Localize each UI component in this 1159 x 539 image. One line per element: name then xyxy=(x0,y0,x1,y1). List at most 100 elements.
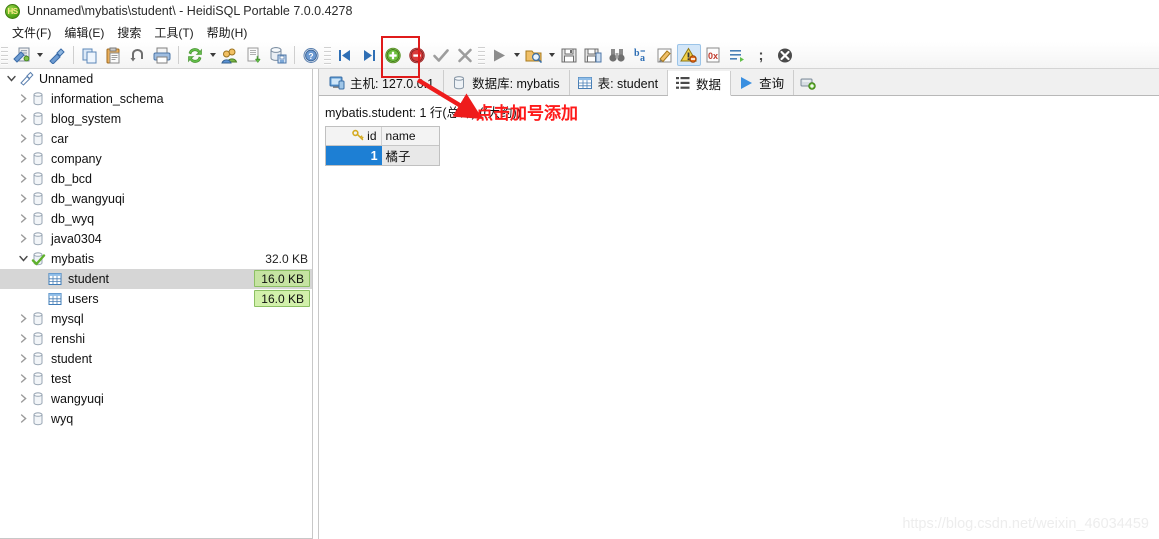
chevron-right-icon[interactable] xyxy=(16,94,30,105)
chevron-right-icon[interactable] xyxy=(16,334,30,345)
grid-header-id[interactable]: id xyxy=(326,127,382,145)
database-icon xyxy=(30,371,46,387)
grid-header-name[interactable]: name xyxy=(382,127,439,145)
menu-tools[interactable]: 工具(T) xyxy=(148,23,200,42)
tree-item-wyq[interactable]: wyq xyxy=(0,409,312,429)
tree-item-label: wangyuqi xyxy=(51,392,104,406)
chevron-right-icon[interactable] xyxy=(16,374,30,385)
cell-name[interactable]: 橘子 xyxy=(381,146,439,165)
database-tree-panel[interactable]: Unnamed information_schema blog_system car… xyxy=(0,69,313,539)
toolbar-grip[interactable] xyxy=(1,45,8,65)
main-toolbar: ? b a 0x ; xyxy=(0,42,1159,69)
snippet-icon[interactable] xyxy=(725,44,749,66)
menu-search[interactable]: 搜索 xyxy=(111,23,148,42)
find-icon[interactable] xyxy=(605,44,629,66)
toolbar-grip-3[interactable] xyxy=(478,45,485,65)
table-row[interactable]: 1 橘子 xyxy=(326,146,439,165)
tree-item-car[interactable]: car xyxy=(0,129,312,149)
export-grid-icon[interactable] xyxy=(242,44,266,66)
chevron-right-icon[interactable] xyxy=(16,154,30,165)
chevron-right-icon[interactable] xyxy=(16,394,30,405)
format-sql-icon[interactable] xyxy=(653,44,677,66)
table-size-badge: 16.0 KB xyxy=(254,270,310,287)
tree-item-users[interactable]: users 16.0 KB xyxy=(0,289,312,309)
data-grid[interactable]: id name 1 橘子 xyxy=(325,126,440,166)
save-icon[interactable] xyxy=(557,44,581,66)
insert-row-icon[interactable] xyxy=(381,44,405,66)
chevron-right-icon[interactable] xyxy=(16,354,30,365)
new-query-tab-icon[interactable] xyxy=(794,70,823,95)
save-as-icon[interactable] xyxy=(581,44,605,66)
chevron-right-icon[interactable] xyxy=(16,114,30,125)
tab-table[interactable]: 表: student xyxy=(569,70,669,95)
tree-item-mybatis[interactable]: mybatis 32.0 KB xyxy=(0,249,312,269)
database-icon xyxy=(30,131,46,147)
hex-icon[interactable]: 0x xyxy=(701,44,725,66)
chevron-right-icon[interactable] xyxy=(16,314,30,325)
delete-row-icon[interactable] xyxy=(405,44,429,66)
refresh-icon[interactable] xyxy=(183,44,207,66)
post-changes-icon[interactable] xyxy=(429,44,453,66)
tab-database[interactable]: 数据库: mybatis xyxy=(444,70,570,95)
session-manager-icon[interactable] xyxy=(10,44,34,66)
load-sql-icon[interactable] xyxy=(522,44,546,66)
delimiter-icon[interactable]: ; xyxy=(749,44,773,66)
run-dropdown-arrow[interactable] xyxy=(511,44,522,66)
chevron-right-icon[interactable] xyxy=(16,174,30,185)
tree-item-company[interactable]: company xyxy=(0,149,312,169)
tree-item-blog-system[interactable]: blog_system xyxy=(0,109,312,129)
undo-icon[interactable] xyxy=(126,44,150,66)
stop-icon[interactable] xyxy=(773,44,797,66)
help-icon[interactable]: ? xyxy=(299,44,323,66)
refresh-dropdown-arrow[interactable] xyxy=(207,44,218,66)
tab-host[interactable]: 主机: 127.0.0.1 xyxy=(322,70,445,95)
chevron-right-icon[interactable] xyxy=(16,194,30,205)
tab-query[interactable]: 查询 xyxy=(731,70,795,95)
session-dropdown-arrow[interactable] xyxy=(34,44,45,66)
database-icon xyxy=(30,111,46,127)
paste-icon[interactable] xyxy=(102,44,126,66)
chevron-right-icon[interactable] xyxy=(16,414,30,425)
toolbar-grip-2[interactable] xyxy=(324,45,331,65)
disconnect-icon[interactable] xyxy=(45,44,69,66)
chevron-down-icon[interactable] xyxy=(4,74,18,85)
cancel-changes-icon[interactable] xyxy=(453,44,477,66)
tree-item-wangyuqi[interactable]: wangyuqi xyxy=(0,389,312,409)
copy-icon[interactable] xyxy=(78,44,102,66)
warning-icon[interactable] xyxy=(677,44,701,66)
toolbar-separator xyxy=(178,46,179,64)
tree-item-label: wyq xyxy=(51,412,74,426)
tree-item-mysql[interactable]: mysql xyxy=(0,309,312,329)
tree-item-java0304[interactable]: java0304 xyxy=(0,229,312,249)
chevron-right-icon[interactable] xyxy=(16,214,30,225)
tree-item-db-wyq[interactable]: db_wyq xyxy=(0,209,312,229)
tree-item-db-wangyuqi[interactable]: db_wangyuqi xyxy=(0,189,312,209)
main-split: Unnamed information_schema blog_system car… xyxy=(0,69,1159,539)
tree-item-information-schema[interactable]: information_schema xyxy=(0,89,312,109)
last-row-icon[interactable] xyxy=(357,44,381,66)
chevron-right-icon[interactable] xyxy=(16,234,30,245)
tree-item-db-bcd[interactable]: db_bcd xyxy=(0,169,312,189)
tree-item-student[interactable]: student 16.0 KB xyxy=(0,269,312,289)
menu-help[interactable]: 帮助(H) xyxy=(201,23,255,42)
tree-item-student[interactable]: student xyxy=(0,349,312,369)
user-manager-icon[interactable] xyxy=(218,44,242,66)
menu-edit[interactable]: 编辑(E) xyxy=(58,23,111,42)
tree-item-renshi[interactable]: renshi xyxy=(0,329,312,349)
tree-item-label: student xyxy=(51,352,93,366)
import-icon[interactable] xyxy=(266,44,290,66)
replace-icon[interactable]: b a xyxy=(629,44,653,66)
tree-item-test[interactable]: test xyxy=(0,369,312,389)
first-row-icon[interactable] xyxy=(333,44,357,66)
svg-text:;: ; xyxy=(759,47,764,64)
tab-data[interactable]: 数据 xyxy=(668,71,732,96)
tree-root-unnamed[interactable]: Unnamed xyxy=(0,69,312,89)
run-query-icon[interactable] xyxy=(487,44,511,66)
menu-file[interactable]: 文件(F) xyxy=(6,23,58,42)
cell-id[interactable]: 1 xyxy=(326,146,382,165)
tree-item-label: db_bcd xyxy=(51,172,93,186)
print-icon[interactable] xyxy=(150,44,174,66)
chevron-down-icon[interactable] xyxy=(16,254,30,265)
load-dropdown-arrow[interactable] xyxy=(546,44,557,66)
chevron-right-icon[interactable] xyxy=(16,134,30,145)
